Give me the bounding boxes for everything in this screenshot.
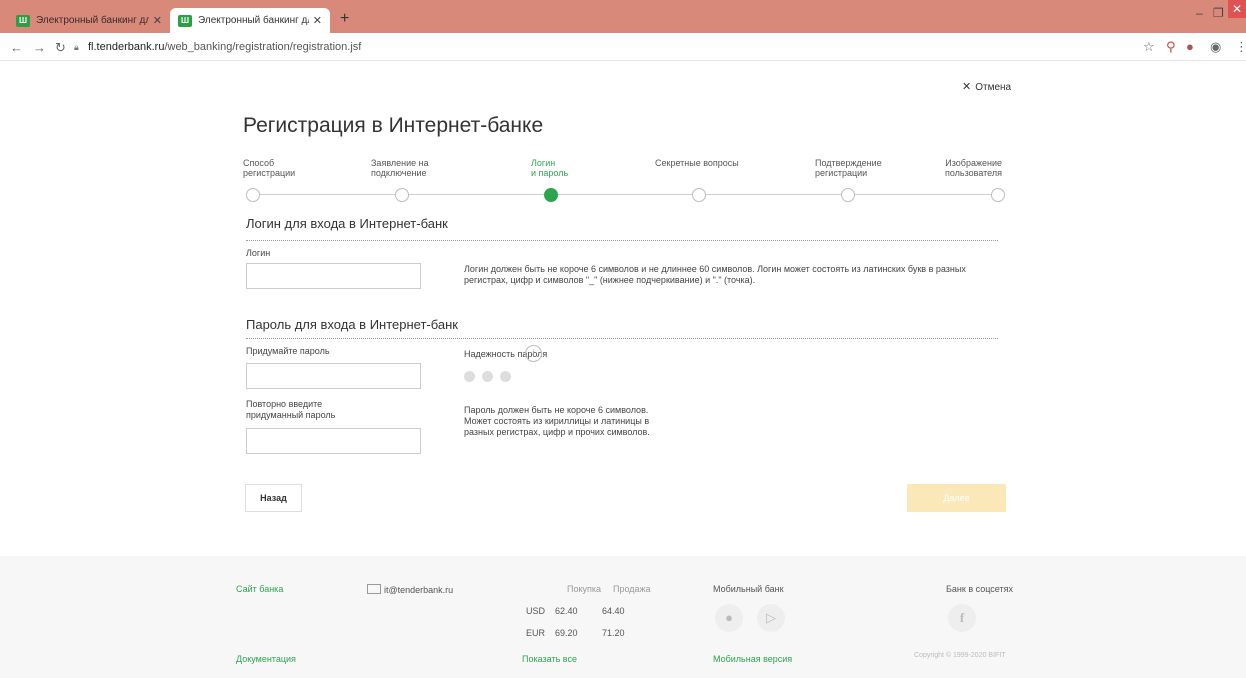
login-hint: Логин должен быть не короче 6 символов и… [464,264,966,285]
step-dot-5 [841,188,855,202]
bank-favicon-icon: Ш [178,14,192,27]
cancel-link[interactable]: ✕ Отмена [962,80,1011,93]
address-bar: ← → ↻ 🔒︎ fl.tenderbank.ru/web_banking/re… [0,33,1246,61]
rates-sell-header: Продажа [613,584,651,594]
steps-line [255,194,1005,195]
menu-kebab-icon[interactable]: ⋮ [1235,39,1246,55]
step-label-secret-questions: Секретные вопросы [655,158,739,168]
rate-currency: EUR [526,628,546,638]
apple-icon[interactable]: ● [715,604,743,632]
repeat-password-label: Повторно введите придуманный пароль [246,399,336,420]
tab-title: Электронный банкинг для частн [198,15,309,26]
browser-tab-1[interactable]: Ш Электронный банкинг для частн ✕ [8,8,170,33]
step-label-user-image: Изображение пользователя [945,158,1002,178]
step-label-login-password: Логин и пароль [531,158,569,178]
rate-sell: 64.40 [602,606,625,616]
tab-title: Электронный банкинг для частн [36,15,149,26]
step-dot-3-active [544,188,558,202]
step-dot-4 [692,188,706,202]
rates-buy-header: Покупка [567,584,602,594]
copyright: Copyright © 1999-2020 BIFIT [914,652,1006,659]
rate-currency: USD [526,606,546,616]
password-label: Придумайте пароль [246,346,330,356]
reload-icon[interactable]: ↻ [55,40,66,56]
strength-dot-3 [500,371,511,382]
step-dot-2 [395,188,409,202]
strength-dot-2 [482,371,493,382]
login-input[interactable] [246,263,421,289]
google-play-icon[interactable]: ▷ [757,604,785,632]
mobile-bank-label: Мобильный банк [713,584,784,594]
step-dot-6 [991,188,1005,202]
close-icon[interactable]: ✕ [313,14,322,27]
maximize-icon[interactable]: ❐ [1213,6,1224,20]
repeat-password-input[interactable] [246,428,421,454]
bank-favicon-icon: Ш [16,14,30,27]
rate-sell: 71.20 [602,628,625,638]
show-all-rates-link[interactable]: Показать все [522,654,577,664]
footer: Сайт банка Документация it@tenderbank.ru… [0,556,1246,678]
bank-site-link[interactable]: Сайт банка [236,584,283,594]
browser-titlebar: Ш Электронный банкинг для частн ✕ Ш Элек… [0,0,1246,33]
page-title: Регистрация в Интернет-банке [243,114,544,137]
back-button[interactable]: Назад [245,484,302,512]
social-label: Банк в соцсетях [946,584,1013,594]
browser-tab-2[interactable]: Ш Электронный банкинг для частн ✕ [170,8,330,33]
extension-icon[interactable]: ⚲ [1166,39,1176,55]
next-button[interactable]: Далее [907,484,1006,512]
profile-icon[interactable]: ◉ [1210,39,1221,55]
window-close-icon[interactable]: ✕ [1228,0,1246,18]
url-field[interactable]: fl.tenderbank.ru/web_banking/registratio… [88,41,361,53]
documentation-link[interactable]: Документация [236,654,296,664]
mail-icon [367,584,381,594]
forward-arrow-icon[interactable]: → [33,40,46,55]
close-icon[interactable]: ✕ [153,14,162,27]
login-section-title: Логин для входа в Интернет-банк [246,216,448,231]
mobile-version-link[interactable]: Мобильная версия [713,654,792,664]
bookmark-star-icon[interactable]: ☆ [1143,39,1155,55]
minimize-icon[interactable]: – [1196,6,1203,20]
step-label-method: Способ регистрации [243,158,296,178]
divider [246,240,998,241]
strength-dot-1 [464,371,475,382]
extension-avatar-icon[interactable]: ● [1186,39,1194,54]
step-label-application: Заявление на подключение [371,158,429,178]
back-arrow-icon[interactable]: ← [10,40,23,55]
registration-steps: Способ регистрации Заявление на подключени… [243,158,1008,208]
rate-buy: 62.40 [555,606,578,616]
new-tab-plus-icon[interactable]: + [340,10,349,28]
step-label-confirmation: Подтверждение регистрации [815,158,882,178]
step-dot-1 [246,188,260,202]
facebook-icon[interactable]: f [948,604,976,632]
close-icon: ✕ [962,81,972,93]
login-label: Логин [246,248,271,258]
lock-icon[interactable]: 🔒︎ [74,42,79,53]
rate-buy: 69.20 [555,628,578,638]
password-section-title: Пароль для входа в Интернет-банк [246,317,458,332]
divider [246,338,998,339]
registration-page: ✕ Отмена Регистрация в Интернет-банке Спо… [0,62,1246,678]
email-link[interactable]: it@tenderbank.ru [384,585,453,595]
info-icon[interactable]: i [525,345,542,362]
password-input[interactable] [246,363,421,389]
password-hint: Пароль должен быть не короче 6 символов.… [464,405,650,437]
